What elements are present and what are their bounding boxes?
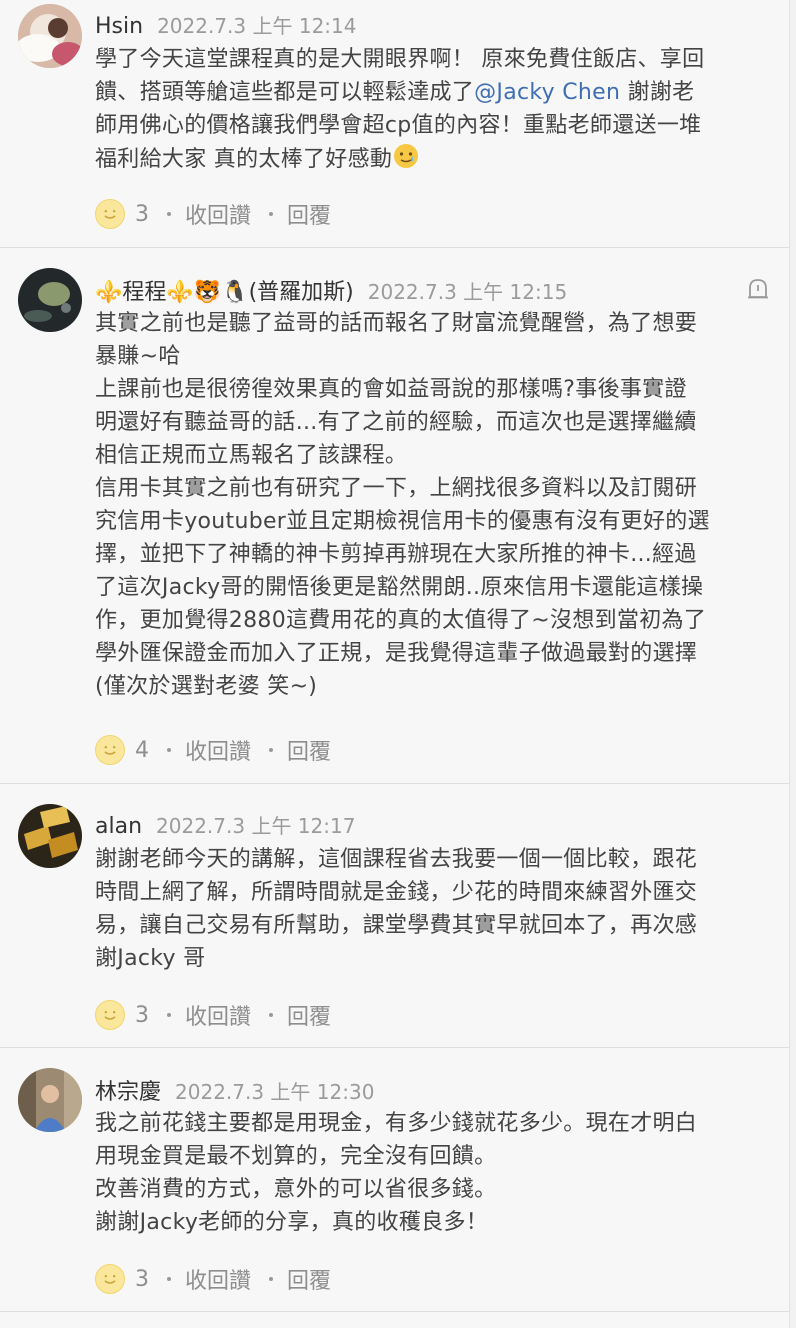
comment-line: 謝謝Jacky老師的分享，真的收穫良多！ (95, 1210, 489, 1235)
separator-dot (167, 748, 171, 752)
separator-dot (167, 1277, 171, 1281)
comment-meta: Hsin 2022.7.3 上午 12:14 (95, 10, 356, 39)
comment-item: ⚜️程程⚜️🐯🐧(普羅加斯) 2022.7.3 上午 12:15 其實之前也是聽… (0, 248, 789, 784)
avatar-photo (18, 4, 82, 68)
reply-button[interactable]: 回覆 (287, 198, 331, 230)
comment-body: 學了今天這堂課程真的是大開眼界啊！ 原來免費住飯店、享回 饋、搭頭等艙這些都是可… (95, 43, 755, 180)
comment-item: 林宗慶 2022.7.3 上午 12:30 我之前花錢主要都是用現金，有多少錢就… (0, 1048, 789, 1312)
comment-line-text: 福利給大家 真的太棒了好感動 (95, 147, 393, 172)
comment-line: 相信正規而立馬報名了該課程。 (95, 443, 408, 468)
author-name[interactable]: alan (95, 814, 142, 839)
comment-line: 了這次Jacky哥的開悟後更是豁然開朗..原來信用卡還能這樣操 (95, 575, 704, 600)
mention-link[interactable]: @Jacky Chen (474, 80, 620, 105)
separator-dot (269, 1013, 274, 1017)
comment-line: 暴賺~哈 (95, 344, 181, 369)
comment-actions: 4 收回讚 回覆 (95, 734, 331, 766)
separator-dot (269, 212, 274, 216)
comment-line: 易，讓自己交易有所幫助，課堂學費其實早就回本了，再次感 (95, 913, 698, 938)
like-count: 3 (135, 1002, 149, 1028)
avatar-photo (18, 1068, 82, 1132)
report-icon[interactable] (745, 276, 771, 302)
author-name[interactable]: Hsin (95, 14, 143, 39)
author-name[interactable]: 林宗慶 (95, 1074, 161, 1106)
smile-icon[interactable] (95, 1000, 125, 1030)
comment-timestamp[interactable]: 2022.7.3 上午 12:17 (156, 810, 355, 839)
comment-line: 福利給大家 真的太棒了好感動 (95, 142, 755, 180)
comment-actions: 3 收回讚 回覆 (95, 1263, 331, 1295)
author-name[interactable]: ⚜️程程⚜️🐯🐧(普羅加斯) (95, 274, 354, 306)
reply-button[interactable]: 回覆 (287, 1263, 331, 1295)
unlike-button[interactable]: 收回讚 (185, 198, 251, 230)
comment-timestamp[interactable]: 2022.7.3 上午 12:15 (368, 276, 567, 305)
unlike-button[interactable]: 收回讚 (185, 999, 251, 1031)
avatar-photo (18, 804, 82, 868)
comment-line: 作，更加覺得2880這費用花的真的太值得了~沒想到當初為了 (95, 608, 707, 633)
comment-item: alan 2022.7.3 上午 12:17 謝謝老師今天的講解，這個課程省去我… (0, 784, 789, 1048)
comment-line: 饋、搭頭等艙這些都是可以輕鬆達成了@Jacky Chen 謝謝老 (95, 76, 755, 109)
comment-line-text: 饋、搭頭等艙這些都是可以輕鬆達成了 (95, 80, 475, 105)
comment-body: 我之前花錢主要都是用現金，有多少錢就花多少。現在才明白 用現金買是最不划算的，完… (95, 1107, 755, 1239)
comment-line: 師用佛心的價格讓我們學會超cp值的內容！重點老師還送一堆 (95, 113, 702, 138)
smile-icon[interactable] (95, 735, 125, 765)
separator-dot (167, 212, 171, 216)
comment-meta: alan 2022.7.3 上午 12:17 (95, 810, 355, 839)
avatar[interactable] (18, 4, 82, 68)
comment-line: 其實之前也是聽了益哥的話而報名了財富流覺醒營，為了想要 (95, 311, 698, 336)
smile-icon[interactable] (95, 199, 125, 229)
comment-line: 謝Jacky 哥 (95, 946, 206, 971)
unlike-button[interactable]: 收回讚 (185, 734, 251, 766)
comment-timestamp[interactable]: 2022.7.3 上午 12:30 (175, 1076, 374, 1105)
tear-smile-emoji-icon (392, 142, 420, 180)
comment-line: 擇，並把下了神轎的神卡剪掉再辦現在大家所推的神卡...經過 (95, 542, 697, 567)
comment-line: (僅次於選對老婆 笑~) (95, 674, 318, 699)
avatar[interactable] (18, 1068, 82, 1132)
comment-line: 改善消費的方式，意外的可以省很多錢。 (95, 1177, 497, 1202)
comment-line: 時間上網了解，所謂時間就是金錢，少花的時間來練習外匯交 (95, 880, 698, 905)
unlike-button[interactable]: 收回讚 (185, 1263, 251, 1295)
avatar[interactable] (18, 804, 82, 868)
comment-line: 我之前花錢主要都是用現金，有多少錢就花多少。現在才明白 (95, 1111, 698, 1136)
comment-line: 學外匯保證金而加入了正規，是我覺得這輩子做過最對的選擇 (95, 641, 698, 666)
comment-line-text: 謝謝老 (620, 80, 695, 105)
comment-line: 謝謝老師今天的講解，這個課程省去我要一個一個比較，跟花 (95, 847, 698, 872)
comment-line: 學了今天這堂課程真的是大開眼界啊！ 原來免費住飯店、享回 (95, 47, 705, 72)
like-count: 3 (135, 201, 149, 227)
comment-line: 用現金買是最不划算的，完全沒有回饋。 (95, 1144, 497, 1169)
comment-actions: 3 收回讚 回覆 (95, 198, 331, 230)
comment-feed: Hsin 2022.7.3 上午 12:14 學了今天這堂課程真的是大開眼界啊！… (0, 0, 790, 1328)
comment-line: 上課前也是很徬徨效果真的會如益哥說的那樣嗎?事後事實證 (95, 377, 687, 402)
separator-dot (167, 1013, 171, 1017)
smile-icon[interactable] (95, 1264, 125, 1294)
like-count: 4 (135, 737, 149, 763)
comment-actions: 3 收回讚 回覆 (95, 999, 331, 1031)
reply-button[interactable]: 回覆 (287, 999, 331, 1031)
separator-dot (269, 1277, 274, 1281)
comment-meta: 林宗慶 2022.7.3 上午 12:30 (95, 1074, 374, 1106)
comment-line: 明還好有聽益哥的話...有了之前的經驗，而這次也是選擇繼續 (95, 410, 697, 435)
comment-line: 信用卡其實之前也有研究了一下，上網找很多資料以及訂閱研 (95, 476, 698, 501)
reply-button[interactable]: 回覆 (287, 734, 331, 766)
comment-line: 究信用卡youtuber並且定期檢視信用卡的優惠有沒有更好的選 (95, 509, 710, 534)
separator-dot (269, 748, 274, 752)
avatar[interactable] (18, 268, 82, 332)
comment-item: Hsin 2022.7.3 上午 12:14 學了今天這堂課程真的是大開眼界啊！… (0, 0, 789, 248)
comment-timestamp[interactable]: 2022.7.3 上午 12:14 (157, 10, 356, 39)
avatar-photo (18, 268, 82, 332)
comment-body: 其實之前也是聽了益哥的話而報名了財富流覺醒營，為了想要 暴賺~哈 上課前也是很徬… (95, 307, 755, 703)
comment-body: 謝謝老師今天的講解，這個課程省去我要一個一個比較，跟花 時間上網了解，所謂時間就… (95, 843, 755, 975)
like-count: 3 (135, 1266, 149, 1292)
comment-meta: ⚜️程程⚜️🐯🐧(普羅加斯) 2022.7.3 上午 12:15 (95, 274, 567, 306)
